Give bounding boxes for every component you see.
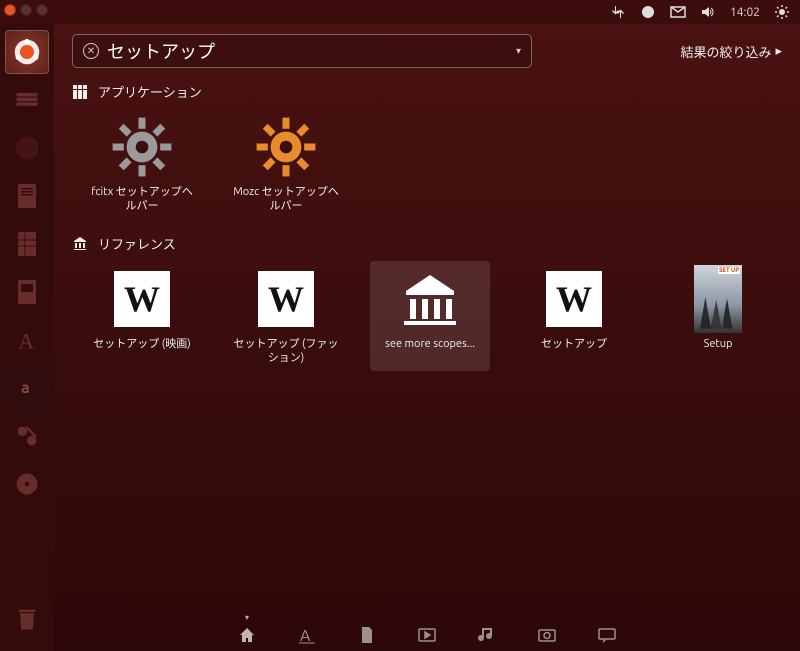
reference-tile[interactable]: Setup xyxy=(658,261,778,372)
launcher-amazon[interactable]: a xyxy=(5,366,49,410)
reference-tile[interactable]: W セットアップ (ファッション) xyxy=(226,261,346,372)
launcher-writer[interactable] xyxy=(5,174,49,218)
wikipedia-icon: W xyxy=(258,271,314,327)
lens-music[interactable] xyxy=(477,625,497,645)
section-title: リファレンス xyxy=(98,234,176,253)
launcher-impress[interactable] xyxy=(5,270,49,314)
lens-home[interactable] xyxy=(237,625,257,645)
launcher-trash[interactable] xyxy=(5,597,49,641)
svg-text:A: A xyxy=(18,330,34,353)
chevron-right-icon: ▸ xyxy=(775,44,782,59)
reference-label: セットアップ xyxy=(541,337,607,351)
lens-photos[interactable] xyxy=(537,625,557,645)
app-tile[interactable]: Mozc セットアップヘルパー xyxy=(226,109,346,220)
lens-video[interactable] xyxy=(417,625,437,645)
launcher: A a xyxy=(0,24,54,651)
window-controls xyxy=(4,4,48,16)
search-input[interactable] xyxy=(107,41,508,62)
reference-label: セットアップ (映画) xyxy=(93,337,190,351)
launcher-files[interactable] xyxy=(5,78,49,122)
lens-files[interactable] xyxy=(357,625,377,645)
app-label: Mozc セットアップヘルパー xyxy=(232,185,340,214)
reference-label: see more scopes... xyxy=(385,337,475,351)
lens-applications[interactable]: A xyxy=(297,625,317,645)
window-close-button[interactable] xyxy=(4,4,16,16)
filter-results[interactable]: 結果の絞り込み ▸ xyxy=(680,42,782,61)
launcher-disc[interactable] xyxy=(5,462,49,506)
apps-category-icon xyxy=(72,84,88,100)
svg-text:a: a xyxy=(21,379,30,397)
launcher-settings[interactable] xyxy=(5,414,49,458)
mail-icon[interactable] xyxy=(670,4,686,20)
lens-messages[interactable] xyxy=(597,625,617,645)
gear-icon xyxy=(107,112,177,182)
section-reference: リファレンス W セットアップ (映画) W セットアップ (ファッション) s… xyxy=(72,234,782,372)
window-maximize-button[interactable] xyxy=(36,4,48,16)
reference-category-icon xyxy=(72,235,88,251)
search-box: ✕ ▾ xyxy=(72,34,532,68)
bank-icon xyxy=(398,267,462,331)
svg-text:A: A xyxy=(300,627,311,645)
reference-label: Setup xyxy=(704,337,733,351)
wikipedia-icon: W xyxy=(114,271,170,327)
reference-tile-more[interactable]: see more scopes... xyxy=(370,261,490,372)
launcher-accessible[interactable]: A xyxy=(5,318,49,362)
launcher-dash[interactable] xyxy=(5,30,49,74)
network-icon[interactable] xyxy=(610,4,626,20)
system-icon[interactable] xyxy=(774,4,790,20)
launcher-calc[interactable] xyxy=(5,222,49,266)
lens-bar: A xyxy=(54,625,800,645)
chat-icon[interactable] xyxy=(640,4,656,20)
section-title: アプリケーション xyxy=(98,82,202,101)
app-tile[interactable]: fcitx セットアップヘルパー xyxy=(82,109,202,220)
launcher-firefox[interactable] xyxy=(5,126,49,170)
wikipedia-icon: W xyxy=(546,271,602,327)
movie-poster-icon xyxy=(694,265,742,333)
section-applications: アプリケーション fcitx セットアップヘルパー Mozc セットアップヘルパ… xyxy=(72,82,782,220)
reference-tile[interactable]: W セットアップ (映画) xyxy=(82,261,202,372)
clock[interactable]: 14:02 xyxy=(730,6,760,19)
filter-label: 結果の絞り込み xyxy=(680,42,771,61)
volume-icon[interactable] xyxy=(700,4,716,20)
dash: ✕ ▾ 結果の絞り込み ▸ アプリケーション fcitx セットアップヘルパー … xyxy=(54,24,800,651)
reference-tile[interactable]: W セットアップ xyxy=(514,261,634,372)
gear-icon xyxy=(251,112,321,182)
clear-search-icon[interactable]: ✕ xyxy=(83,43,99,59)
dropdown-icon[interactable]: ▾ xyxy=(516,45,521,57)
reference-label: セットアップ (ファッション) xyxy=(232,337,340,366)
app-label: fcitx セットアップヘルパー xyxy=(88,185,196,214)
top-panel: 14:02 xyxy=(600,0,800,24)
window-minimize-button[interactable] xyxy=(20,4,32,16)
